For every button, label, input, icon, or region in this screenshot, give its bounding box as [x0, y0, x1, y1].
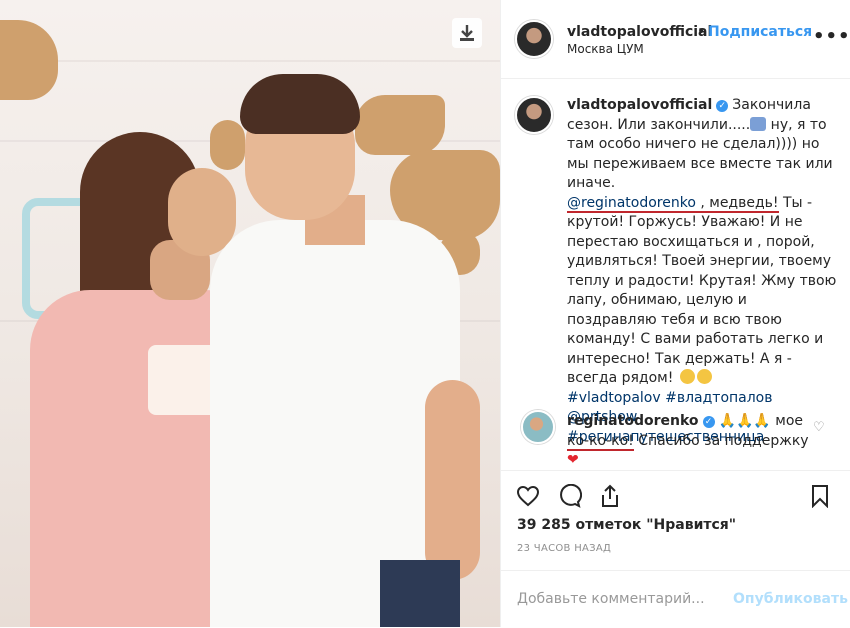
download-button[interactable] — [452, 18, 482, 48]
post-header: vladtopalovofficial • Подписаться Москва… — [501, 0, 850, 79]
smile-emoji-icon — [679, 369, 695, 384]
hashtag-link[interactable]: #владтопалов — [665, 390, 772, 406]
world-map-decor — [210, 120, 245, 170]
comment-username[interactable]: reginatodorenko — [567, 413, 699, 429]
comment-input[interactable] — [515, 585, 719, 613]
upside-down-emoji-icon — [696, 369, 712, 384]
comment-icon — [560, 484, 582, 508]
small-heart-icon[interactable]: ♡ — [813, 420, 825, 435]
add-comment-bar: Опубликовать — [501, 570, 850, 628]
woman-face — [168, 168, 236, 256]
man-jeans — [380, 560, 460, 627]
share-icon — [602, 484, 618, 507]
more-icon[interactable]: ••• — [813, 26, 850, 47]
comment-text: reginatodorenko ✓ 🙏🙏🙏 мое ко-ко-ко! Спасиб… — [567, 412, 809, 471]
verified-icon: ✓ — [716, 100, 729, 112]
mention-link[interactable]: @reginatodorenko — [567, 195, 696, 211]
location-link[interactable]: Москва ЦУМ — [567, 42, 644, 56]
save-button[interactable] — [807, 483, 833, 509]
caption-avatar[interactable] — [515, 96, 553, 134]
hashtag-link[interactable]: #vladtopalov — [567, 390, 661, 406]
publish-button[interactable]: Опубликовать — [733, 591, 848, 607]
post-photo[interactable] — [0, 0, 500, 627]
download-icon — [460, 25, 474, 41]
header-username[interactable]: vladtopalovofficial — [567, 24, 712, 40]
heart-icon — [516, 485, 540, 507]
emoji-icon — [750, 116, 767, 131]
comment-text-part2: Спасибо за поддержку — [633, 432, 809, 449]
mention-underlined: @reginatodorenko , медведь! — [567, 194, 779, 213]
comment-avatar[interactable] — [521, 410, 555, 444]
comment-underlined-text: ко-ко-ко! — [567, 432, 634, 451]
share-button[interactable] — [597, 483, 623, 509]
mention-suffix: , медведь! — [695, 194, 779, 211]
like-button[interactable] — [515, 483, 541, 509]
post-side-panel: vladtopalovofficial • Подписаться Москва… — [500, 0, 850, 627]
caption-text-part3: Ты - крутой! Горжусь! Уважаю! И не перес… — [567, 194, 837, 387]
verified-icon: ✓ — [702, 416, 715, 428]
instagram-post: vladtopalovofficial • Подписаться Москва… — [0, 0, 850, 627]
red-heart-emoji: ❤ — [567, 452, 579, 468]
post-time[interactable]: 23 ЧАСОВ НАЗАД — [517, 543, 611, 554]
man-hair — [240, 74, 360, 134]
follow-button[interactable]: Подписаться — [708, 24, 812, 40]
man-arm — [425, 380, 480, 580]
caption-text: vladtopalovofficial ✓ Закончила сезон. Или… — [567, 96, 839, 447]
world-map-decor — [355, 95, 445, 155]
header-separator: • — [697, 24, 706, 40]
comment-button[interactable] — [557, 483, 583, 509]
likes-count[interactable]: 39 285 отметок "Нравится" — [517, 517, 736, 533]
brick-line — [0, 60, 500, 62]
caption-username[interactable]: vladtopalovofficial — [567, 97, 712, 113]
bookmark-icon — [812, 485, 828, 508]
avatar[interactable] — [515, 20, 553, 58]
comment-text-part1: мое — [775, 413, 804, 429]
praying-hands-emoji: 🙏🙏🙏 — [718, 413, 771, 429]
